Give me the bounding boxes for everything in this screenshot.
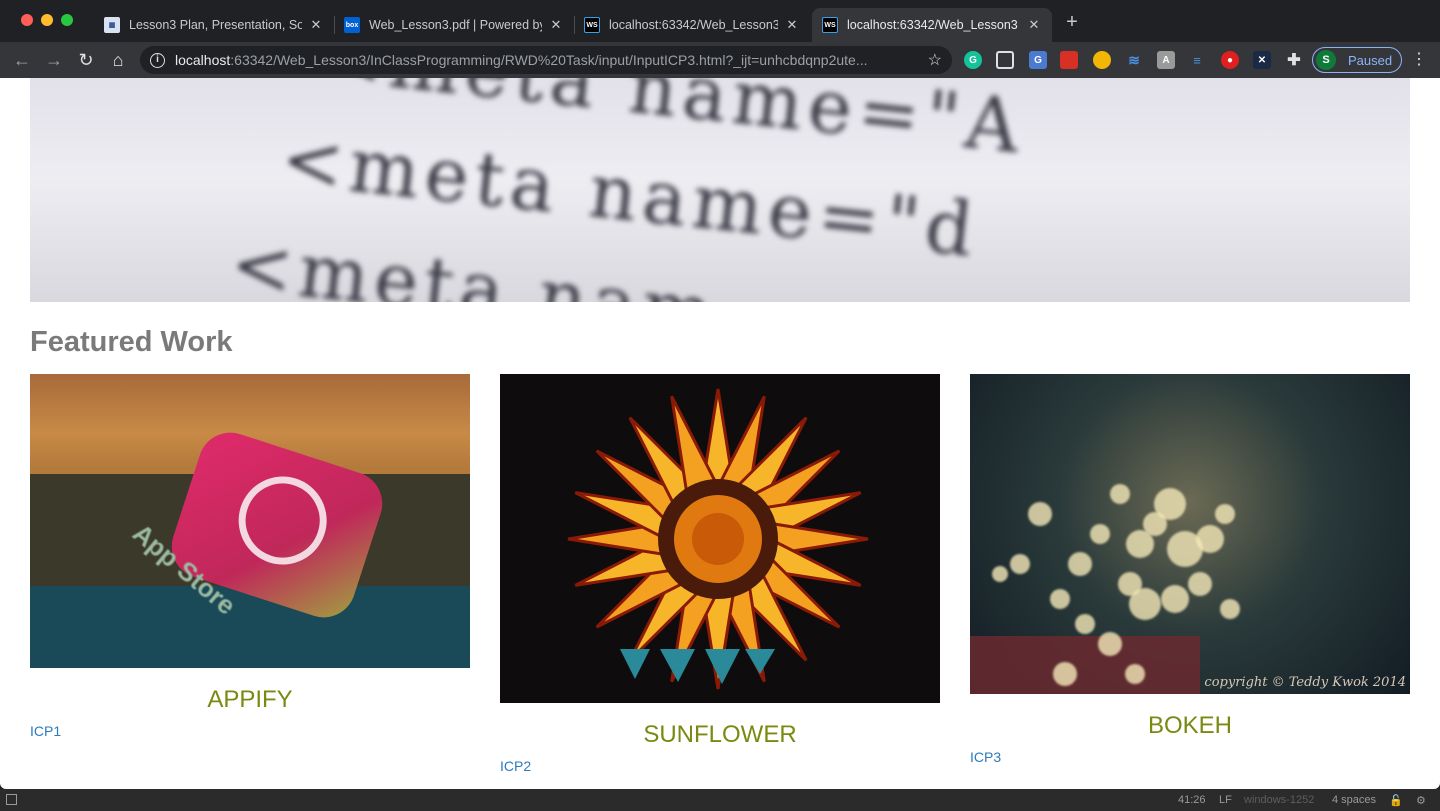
webstorm-icon: WS [822,17,838,33]
close-icon[interactable]: ✕ [308,17,324,33]
card-link[interactable]: ICP3 [970,749,1410,765]
browser-toolbar: ← → ↻ ⌂ i localhost:63342/Web_Lesson3/In… [0,42,1440,78]
bokeh-light [1050,589,1070,609]
url-path: :63342/Web_Lesson3/InClassProgramming/RW… [230,52,868,68]
tab-title: localhost:63342/Web_Lesson3 [609,18,778,32]
bokeh-light [1028,502,1052,526]
tab-lesson3-plan[interactable]: ▦ Lesson3 Plan, Presentation, So ✕ [94,8,334,42]
panel-toggle-icon[interactable] [6,794,17,805]
work-card-appify: App Store APPIFY ICP1 [30,374,470,739]
color-extension-icon[interactable] [1093,51,1111,69]
back-arrow-icon[interactable]: ← [12,50,32,70]
bokeh-light [1215,504,1235,524]
wave-extension-icon[interactable]: ≋ [1125,51,1143,69]
tab-web-lesson3-pdf[interactable]: box Web_Lesson3.pdf | Powered by ✕ [334,8,574,42]
profile-button[interactable]: S Paused [1312,47,1402,73]
hero-banner-image: <meta name="A <meta name="d <meta nam [30,78,1410,302]
avatar: S [1316,50,1336,70]
cursor-position[interactable]: 41:26 [1178,794,1206,806]
card-caption: SUNFLOWER [643,721,797,748]
address-bar[interactable]: i localhost:63342/Web_Lesson3/InClassPro… [140,46,952,74]
record-extension-icon[interactable]: ● [1221,51,1239,69]
url-text[interactable]: localhost:63342/Web_Lesson3/InClassProgr… [175,52,920,68]
bokeh-light [1161,585,1189,613]
card-link[interactable]: ICP1 [30,723,470,739]
card-caption: BOKEH [1147,712,1233,739]
tab-title: Web_Lesson3.pdf | Powered by [369,18,542,32]
ide-status-bar: 41:26 LF windows-1252 4 spaces 🔓 ⚙ [0,789,1440,811]
bokeh-light [1075,614,1095,634]
tab-localhost-active[interactable]: WS localhost:63342/Web_Lesson3 ✕ [812,8,1052,42]
bokeh-light [992,566,1008,582]
tab-title: localhost:63342/Web_Lesson3 [847,18,1018,32]
list-extension-icon[interactable]: ≡ [1188,51,1206,69]
forward-arrow-icon[interactable]: → [44,50,64,70]
image-band [30,586,470,668]
bokeh-light [1068,552,1092,576]
minimize-window-button[interactable] [41,14,53,26]
lock-icon[interactable]: 🔓 [1389,794,1403,807]
profile-status: Paused [1348,52,1393,68]
home-icon[interactable]: ⌂ [108,50,128,70]
page-viewport: <meta name="A <meta name="d <meta nam Fe… [0,78,1440,789]
file-encoding[interactable]: windows-1252 [1244,794,1314,806]
reload-icon[interactable]: ↻ [76,50,96,70]
bookmark-extension-icon[interactable] [1060,51,1078,69]
bokeh-light [1126,530,1154,558]
card-caption: APPIFY [207,686,293,713]
browser-tab-bar: ▦ Lesson3 Plan, Presentation, So ✕ box W… [0,0,1440,42]
indent-setting[interactable]: 4 spaces [1332,794,1376,806]
close-icon[interactable]: ✕ [1026,17,1042,33]
bokeh-light [1090,524,1110,544]
extensions-icon[interactable]: ✚ [1285,51,1303,69]
window-extension-icon[interactable] [996,51,1014,69]
url-host: localhost [175,52,231,68]
work-card-sunflower: SUNFLOWER ICP2 [500,374,940,774]
sunflower-drawing [567,388,869,690]
watermark: copyright © Teddy Kwok 2014 [1204,675,1406,690]
bokeh-light [1010,554,1030,574]
more-menu-icon[interactable]: ⋮ [1411,51,1427,69]
appify-image: App Store [30,374,470,668]
close-icon[interactable]: ✕ [548,17,564,33]
grammarly-extension-icon[interactable]: G [964,51,982,69]
close-window-button[interactable] [21,14,33,26]
card-link[interactable]: ICP2 [500,758,940,774]
vpn-extension-icon[interactable]: ✕ [1253,51,1271,69]
inspector-icon[interactable]: ⚙ [1416,794,1426,807]
bokeh-light [1220,599,1240,619]
tab-localhost-1[interactable]: WS localhost:63342/Web_Lesson3 ✕ [574,8,810,42]
app-store-ring [227,465,339,576]
close-icon[interactable]: ✕ [784,17,800,33]
image-band [970,636,1200,694]
info-icon[interactable]: i [150,52,165,68]
bookmark-star-icon[interactable]: ☆ [928,50,942,70]
doc-icon: ▦ [104,17,120,33]
bokeh-light [1098,632,1122,656]
bokeh-light [1125,664,1145,684]
bokeh-light [1196,525,1224,553]
section-title: Featured Work [30,326,233,358]
sunflower-image [500,374,940,703]
bokeh-light [1053,662,1077,686]
line-ending[interactable]: LF [1219,794,1232,806]
tab-title: Lesson3 Plan, Presentation, So [129,18,302,32]
bokeh-image: copyright © Teddy Kwok 2014 [970,374,1410,694]
work-card-bokeh: copyright © Teddy Kwok 2014 BOKEH ICP3 [970,374,1410,765]
bokeh-light [1110,484,1130,504]
webstorm-icon: WS [584,17,600,33]
puzzle-piece-extension-icon[interactable]: A [1157,51,1175,69]
bokeh-light [1188,572,1212,596]
bokeh-light [1129,588,1161,620]
maximize-window-button[interactable] [61,14,73,26]
box-icon: box [344,17,360,33]
translate-extension-icon[interactable]: G [1029,51,1047,69]
new-tab-button[interactable]: + [1062,12,1082,33]
